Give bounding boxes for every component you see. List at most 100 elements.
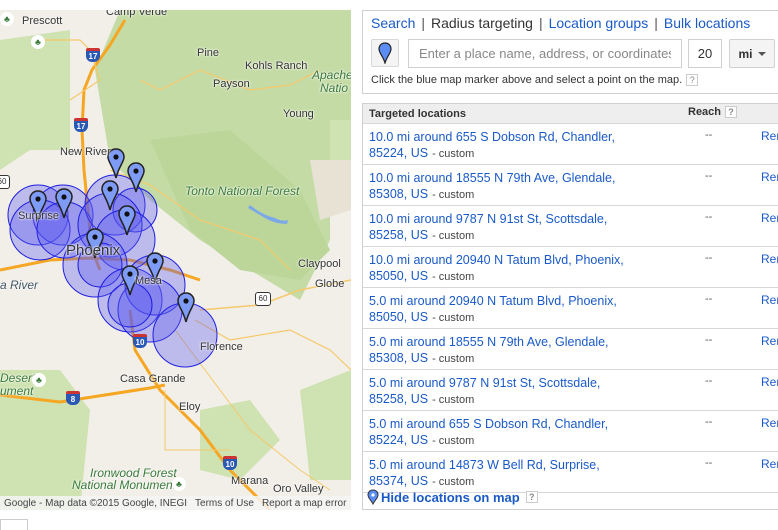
reach-value: -- [705,211,713,223]
custom-tag: - custom [432,394,475,406]
remove-link[interactable]: Remove [761,334,778,348]
location-link[interactable]: 10.0 mi around 9787 N 91st St, Scottsdal… [369,211,649,244]
location-line-2: 85308, US [369,351,429,365]
remove-link[interactable]: Remove [761,293,778,307]
table-row: 10.0 mi around 20940 N Tatum Blvd, Phoen… [363,247,778,288]
custom-tag: - custom [432,189,475,201]
tab-location-groups[interactable]: Location groups [549,15,649,31]
help-icon[interactable]: ? [725,106,738,119]
map-label-globe: Globe [315,278,345,290]
map-label-marana: Marana [231,475,269,487]
location-link[interactable]: 5.0 mi around 9787 N 91st St, Scottsdale… [369,375,649,408]
location-link[interactable]: 10.0 mi around 20940 N Tatum Blvd, Phoen… [369,252,649,285]
tree-icon: ♣ [32,373,46,387]
us-60-shield: 60 [0,175,10,189]
marker-dot [35,196,41,202]
interstate-8-shield: 8 [66,391,80,405]
reach-value: -- [705,293,713,305]
map-label-camp-verde: Camp Verde [106,10,168,18]
map-label-young: Young [283,108,314,120]
map-label-desert: Desert [0,371,36,385]
interstate-10-shield: 10 [223,456,237,470]
map-label-eloy: Eloy [179,401,201,413]
location-search-input[interactable] [408,39,682,68]
table-row: 5.0 mi around 14873 W Bell Rd, Surprise,… [363,452,778,493]
marker-dot [92,234,98,240]
location-link[interactable]: 5.0 mi around 655 S Dobson Rd, Chandler,… [369,416,649,449]
location-line-1: 5.0 mi around 655 S Dobson Rd, Chandler, [369,417,609,431]
remove-link[interactable]: Remove [761,252,778,266]
location-link[interactable]: 5.0 mi around 20940 N Tatum Blvd, Phoeni… [369,293,649,326]
table-header: Targeted locations Reach? [363,104,778,124]
interstate-10-shield: 10 [133,334,147,348]
reach-value: -- [705,252,713,264]
remove-link[interactable]: Remove [761,211,778,225]
radius-input[interactable] [688,39,722,68]
location-line-2: 85050, US [369,269,429,283]
location-line-1: 5.0 mi around 20940 N Tatum Blvd, Phoeni… [369,294,617,308]
remove-link[interactable]: Remove [761,457,778,471]
map-label-phoenix: Phoenix [66,242,121,259]
unit-dropdown[interactable]: mi [729,39,775,68]
drop-marker-button[interactable] [371,39,399,67]
bottom-tab-stub [0,519,28,530]
custom-tag: - custom [432,435,475,447]
table-row: 5.0 mi around 18555 N 79th Ave, Glendale… [363,329,778,370]
tab-bulk-locations[interactable]: Bulk locations [664,15,750,31]
map-marker-icon [378,42,392,64]
location-line-2: 85258, US [369,228,429,242]
map-label-gila-river: a River [0,278,39,292]
report-map-error-link[interactable]: Report a map error [258,498,350,509]
targeted-locations-table: Targeted locations Reach? 10.0 mi around… [362,103,778,510]
map[interactable]: Prescott Camp Verde Pine Kohls Ranch Pay… [0,10,351,510]
table-body: 10.0 mi around 655 S Dobson Rd, Chandler… [363,124,778,493]
location-line-1: 10.0 mi around 9787 N 91st St, Scottsdal… [369,212,608,226]
unit-value: mi [738,46,753,61]
reach-value: -- [705,334,713,346]
chevron-down-icon [757,51,766,56]
map-label-apache: Apache- [312,68,351,82]
location-link[interactable]: 5.0 mi around 14873 W Bell Rd, Surprise,… [369,457,649,490]
hide-locations-link[interactable]: Hide locations on map ? [367,489,538,505]
custom-tag: - custom [432,271,475,283]
tab-radius-targeting[interactable]: Radius targeting [431,15,533,31]
location-link[interactable]: 10.0 mi around 655 S Dobson Rd, Chandler… [369,129,649,162]
tab-separator: | [421,15,425,31]
marker-dot [183,298,189,304]
help-icon[interactable]: ? [686,74,699,87]
remove-link[interactable]: Remove [761,170,778,184]
help-icon[interactable]: ? [525,491,538,503]
map-label-new-river: New River [60,146,111,158]
marker-dot [127,271,133,277]
remove-link[interactable]: Remove [761,129,778,143]
location-line-2: 85050, US [369,310,429,324]
tab-search[interactable]: Search [371,15,415,31]
table-row: 10.0 mi around 655 S Dobson Rd, Chandler… [363,124,778,165]
remove-link[interactable]: Remove [761,416,778,430]
column-header-location: Targeted locations [369,108,466,120]
map-marker-icon [367,489,379,505]
tab-separator: | [654,15,658,31]
reach-value: -- [705,416,713,428]
location-line-2: 85374, US [369,474,429,488]
reach-value: -- [705,375,713,387]
map-attribution: Google - Map data ©2015 Google, INEGI [4,497,188,509]
interstate-17-shield: 17 [86,48,100,62]
map-label-kohls-ranch: Kohls Ranch [245,60,308,72]
table-row: 5.0 mi around 20940 N Tatum Blvd, Phoeni… [363,288,778,329]
remove-link[interactable]: Remove [761,375,778,389]
location-line-1: 5.0 mi around 9787 N 91st St, Scottsdale… [369,376,601,390]
location-link[interactable]: 5.0 mi around 18555 N 79th Ave, Glendale… [369,334,649,367]
map-label-prescott: Prescott [22,15,63,27]
location-targeting-page: Prescott Camp Verde Pine Kohls Ranch Pay… [0,0,778,530]
location-link[interactable]: 10.0 mi around 18555 N 79th Ave, Glendal… [369,170,649,203]
table-row: 10.0 mi around 9787 N 91st St, Scottsdal… [363,206,778,247]
custom-tag: - custom [432,230,475,242]
terms-of-use-link[interactable]: Terms of Use [191,498,258,509]
custom-tag: - custom [432,148,475,160]
marker-dot [124,211,130,217]
map-label-florence: Florence [200,341,243,353]
tree-icon: ♣ [172,477,186,491]
custom-tag: - custom [432,476,475,488]
map-label-surprise: Surprise [18,210,59,222]
